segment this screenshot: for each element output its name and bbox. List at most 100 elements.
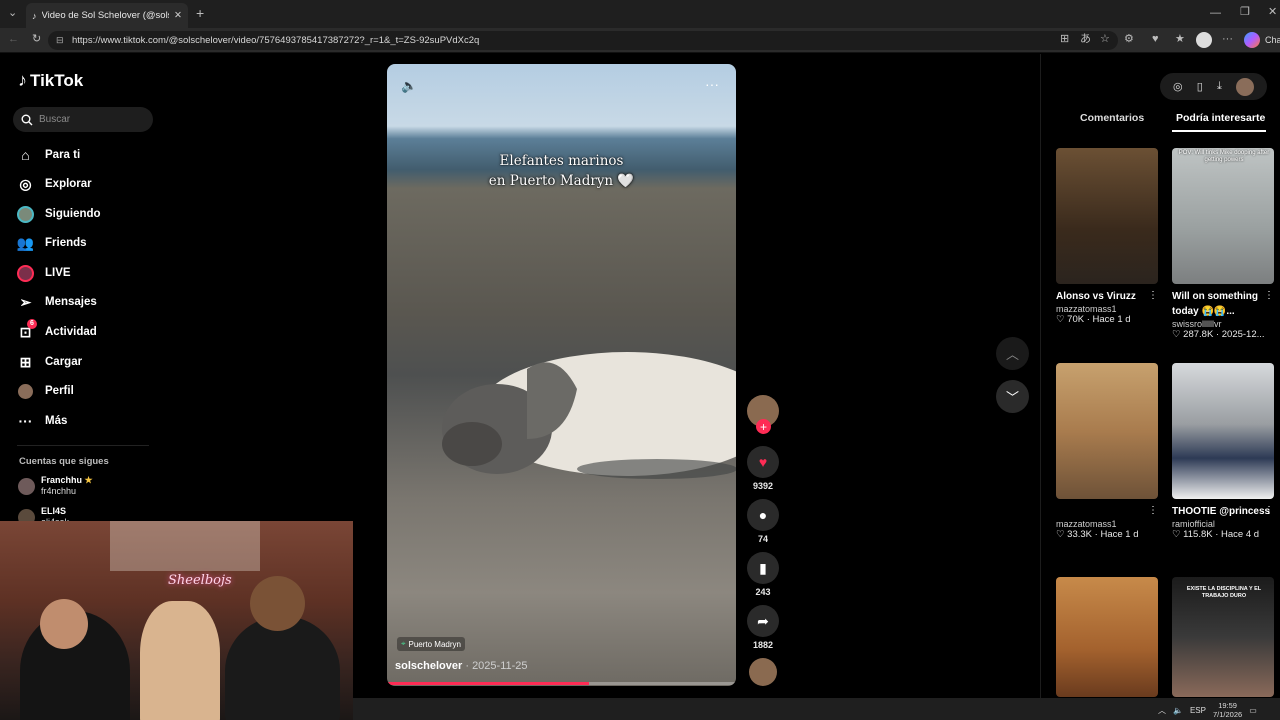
card-user: mazzatomass1 (1056, 519, 1117, 529)
notifications-icon[interactable]: ▭ (1249, 706, 1257, 715)
sidebar-item-label: Friends (45, 237, 87, 249)
card-more-icon[interactable]: ⋮ (1264, 290, 1274, 301)
share-icon: ➦ (747, 605, 779, 637)
card-more-icon[interactable]: ⋮ (1148, 290, 1158, 301)
volume-tray-icon[interactable]: 🔈 (1173, 706, 1183, 715)
previous-video-button[interactable]: ︿ (996, 337, 1029, 370)
download-icon[interactable]: ⤓ (1217, 80, 1222, 93)
location-tag[interactable]: ⌖ Puerto Madryn (397, 637, 465, 651)
close-window-icon[interactable]: ✕ (1268, 7, 1277, 18)
sidebar-item-live[interactable]: LIVE (17, 262, 71, 284)
person-right-head (250, 576, 305, 631)
follow-plus-icon[interactable]: + (756, 419, 771, 434)
sidebar-item-label: Perfil (45, 385, 74, 397)
card-time: Hace 4 d (1221, 529, 1260, 540)
browser-menu-icon[interactable]: ··· (1222, 34, 1233, 45)
location-label: Puerto Madryn (408, 639, 461, 649)
video-card[interactable]: THOOTIE @princess ramiofficial ♡ 115.8K … (1172, 363, 1276, 540)
person-right (225, 616, 340, 720)
tab-comentarios[interactable]: Comentarios (1080, 112, 1144, 124)
card-likes: 33.3K (1067, 529, 1092, 540)
video-more-icon[interactable]: ··· (705, 76, 719, 92)
sidebar-item-cargar[interactable]: ⊞ Cargar (17, 351, 82, 373)
video-thumbnail (1056, 363, 1158, 499)
back-icon[interactable]: ← (8, 34, 19, 45)
new-tab-icon[interactable]: + (196, 6, 204, 20)
tab-list-chevron-icon[interactable]: ⌄ (8, 8, 17, 19)
browser-essentials-icon[interactable]: ♥ (1152, 34, 1159, 45)
translate-icon[interactable]: あ (1080, 34, 1091, 45)
video-thumbnail (1172, 363, 1274, 499)
video-player[interactable]: Elefantes marinos en Puerto Madryn 🤍 🔈 ·… (387, 64, 736, 686)
video-card[interactable]: Alonso vs Viruzz mazzatomass1 ♡ 70K · Ha… (1056, 148, 1160, 325)
followed-account[interactable]: Franchhu ★ fr4nchhu (18, 475, 93, 497)
webcam-overlay: Sheelbojs (0, 521, 353, 720)
sidebar-item-para-ti[interactable]: ⌂ Para ti (17, 144, 80, 166)
clock[interactable]: 19:59 7/1/2026 (1213, 701, 1242, 719)
comment-button[interactable]: ● 74 (747, 499, 779, 544)
activity-icon: ⊡ 6 (17, 318, 37, 341)
compass-icon[interactable]: ◎ (1173, 80, 1183, 93)
video-thumbnail: EXISTE LA DISCIPLINA Y EL TRABAJO DURO (1172, 577, 1274, 697)
search-icon (21, 114, 33, 125)
copilot-label[interactable]: Cha (1265, 35, 1280, 45)
video-progress-bar[interactable] (387, 682, 736, 685)
card-user: swissrollllllvr (1172, 319, 1222, 329)
video-thumbnail: POV: Will tinks Mike dooping after getti… (1172, 148, 1274, 284)
card-user: ramiofficial (1172, 519, 1215, 529)
video-author[interactable]: solschelover · 2025-11-25 (395, 660, 528, 672)
tab-podria-interesarte[interactable]: Podría interesarte (1176, 112, 1265, 124)
phone-icon[interactable]: ▯ (1197, 80, 1203, 93)
next-video-button[interactable]: ﹀ (996, 380, 1029, 413)
minimize-icon[interactable]: — (1210, 8, 1221, 19)
author-handle: solschelover (395, 660, 463, 672)
copilot-icon[interactable] (1244, 32, 1260, 48)
app-install-icon[interactable]: ⊞ (1060, 34, 1069, 45)
sidebar-item-perfil[interactable]: Perfil (17, 380, 74, 402)
video-card[interactable]: mazzatomass1 ♡ 33.3K · Hace 1 d (1056, 363, 1158, 540)
upload-icon: ⊞ (19, 353, 32, 370)
volume-icon[interactable]: 🔈 (401, 78, 417, 94)
sound-disc-button[interactable] (747, 658, 779, 686)
extensions-icon[interactable]: ⚙ (1124, 34, 1134, 45)
browser-tab[interactable]: ♪ Video de Sol Schelover (@solsche ✕ (26, 3, 188, 28)
activity-badge: 6 (27, 318, 37, 329)
video-thumbnail (1056, 148, 1158, 284)
reload-icon[interactable]: ↻ (32, 34, 41, 45)
favorites-icon[interactable]: ★ (1175, 34, 1185, 45)
save-button[interactable]: ▮ 243 (747, 552, 779, 597)
share-button[interactable]: ➦ 1882 (747, 605, 779, 650)
sidebar-item-mensajes[interactable]: ➢ Mensajes (17, 291, 97, 313)
profile-avatar-icon[interactable] (1196, 32, 1212, 48)
sidebar-item-actividad[interactable]: ⊡ 6 Actividad (17, 318, 97, 343)
sidebar-item-explorar[interactable]: ◎ Explorar (17, 173, 91, 195)
card-more-icon[interactable]: ⋮ (1148, 505, 1158, 516)
video-card[interactable]: POV: Will tinks Mike dooping after getti… (1172, 148, 1276, 340)
video-card[interactable]: EXISTE LA DISCIPLINA Y EL TRABAJO DURO (1172, 577, 1274, 697)
maximize-icon[interactable]: ❐ (1240, 7, 1250, 18)
save-count: 243 (755, 587, 771, 597)
search-input[interactable]: Buscar (13, 107, 153, 132)
tab-title: Video de Sol Schelover (@solsche (41, 10, 170, 21)
tiktok-logo[interactable]: ♪ TikTok (18, 70, 83, 91)
url-field[interactable]: ⊟ https://www.tiktok.com/@solschelover/v… (48, 31, 1118, 50)
close-tab-icon[interactable]: ✕ (174, 10, 182, 21)
tray-chevron-up-icon[interactable]: ︿ (1158, 705, 1166, 716)
like-button[interactable]: ♥ 9392 (747, 446, 779, 491)
sidebar-item-friends[interactable]: 👥 Friends (17, 232, 87, 254)
user-avatar[interactable] (1235, 77, 1254, 96)
site-info-icon[interactable]: ⊟ (56, 35, 64, 46)
sidebar-item-label: Actividad (45, 326, 97, 338)
url-text: https://www.tiktok.com/@solschelover/vid… (72, 35, 480, 46)
sidebar-item-label: Para ti (45, 149, 81, 161)
sidebar-item-mas[interactable]: ··· Más (17, 410, 68, 432)
video-card[interactable] (1056, 577, 1158, 697)
chevron-down-icon: ﹀ (1005, 390, 1019, 405)
avatar (18, 478, 35, 495)
creator-avatar-button[interactable]: + (747, 395, 779, 434)
account-name: Franchhu (41, 475, 83, 485)
language-indicator[interactable]: ESP (1190, 706, 1206, 715)
sidebar-item-siguiendo[interactable]: Siguiendo (17, 203, 101, 225)
card-more-icon[interactable]: ⋮ (1264, 505, 1274, 516)
favorite-star-icon[interactable]: ☆ (1100, 34, 1110, 45)
